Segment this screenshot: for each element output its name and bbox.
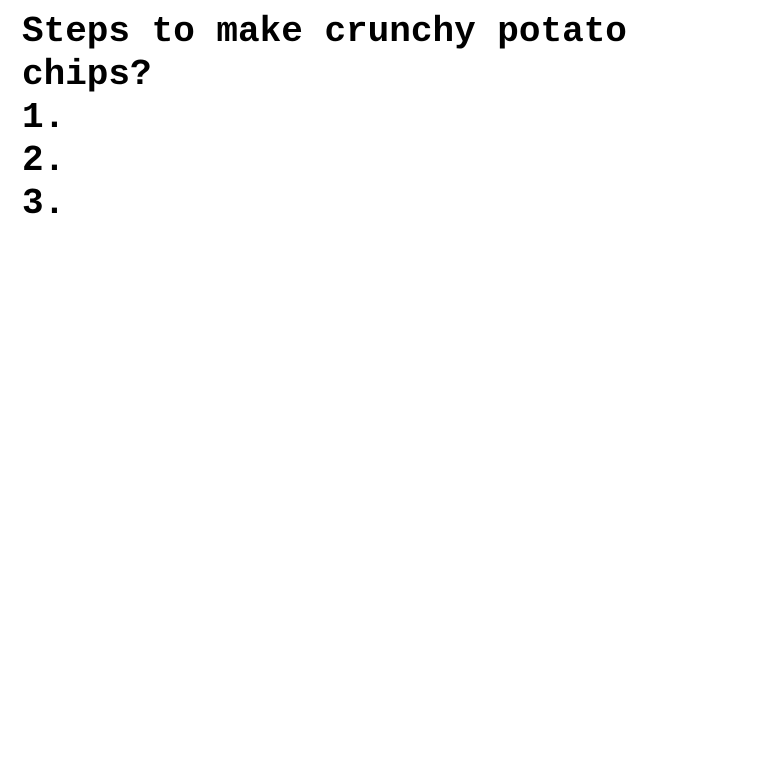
step-item-1: 1. xyxy=(22,97,66,138)
document-page: Steps to make crunchy potato chips? 1. 2… xyxy=(0,0,760,760)
steps-list: 1. 2. 3. xyxy=(22,96,738,225)
step-item-3: 3. xyxy=(22,183,66,224)
question-text: Steps to make crunchy potato chips? xyxy=(22,11,649,95)
step-item-2: 2. xyxy=(22,140,66,181)
